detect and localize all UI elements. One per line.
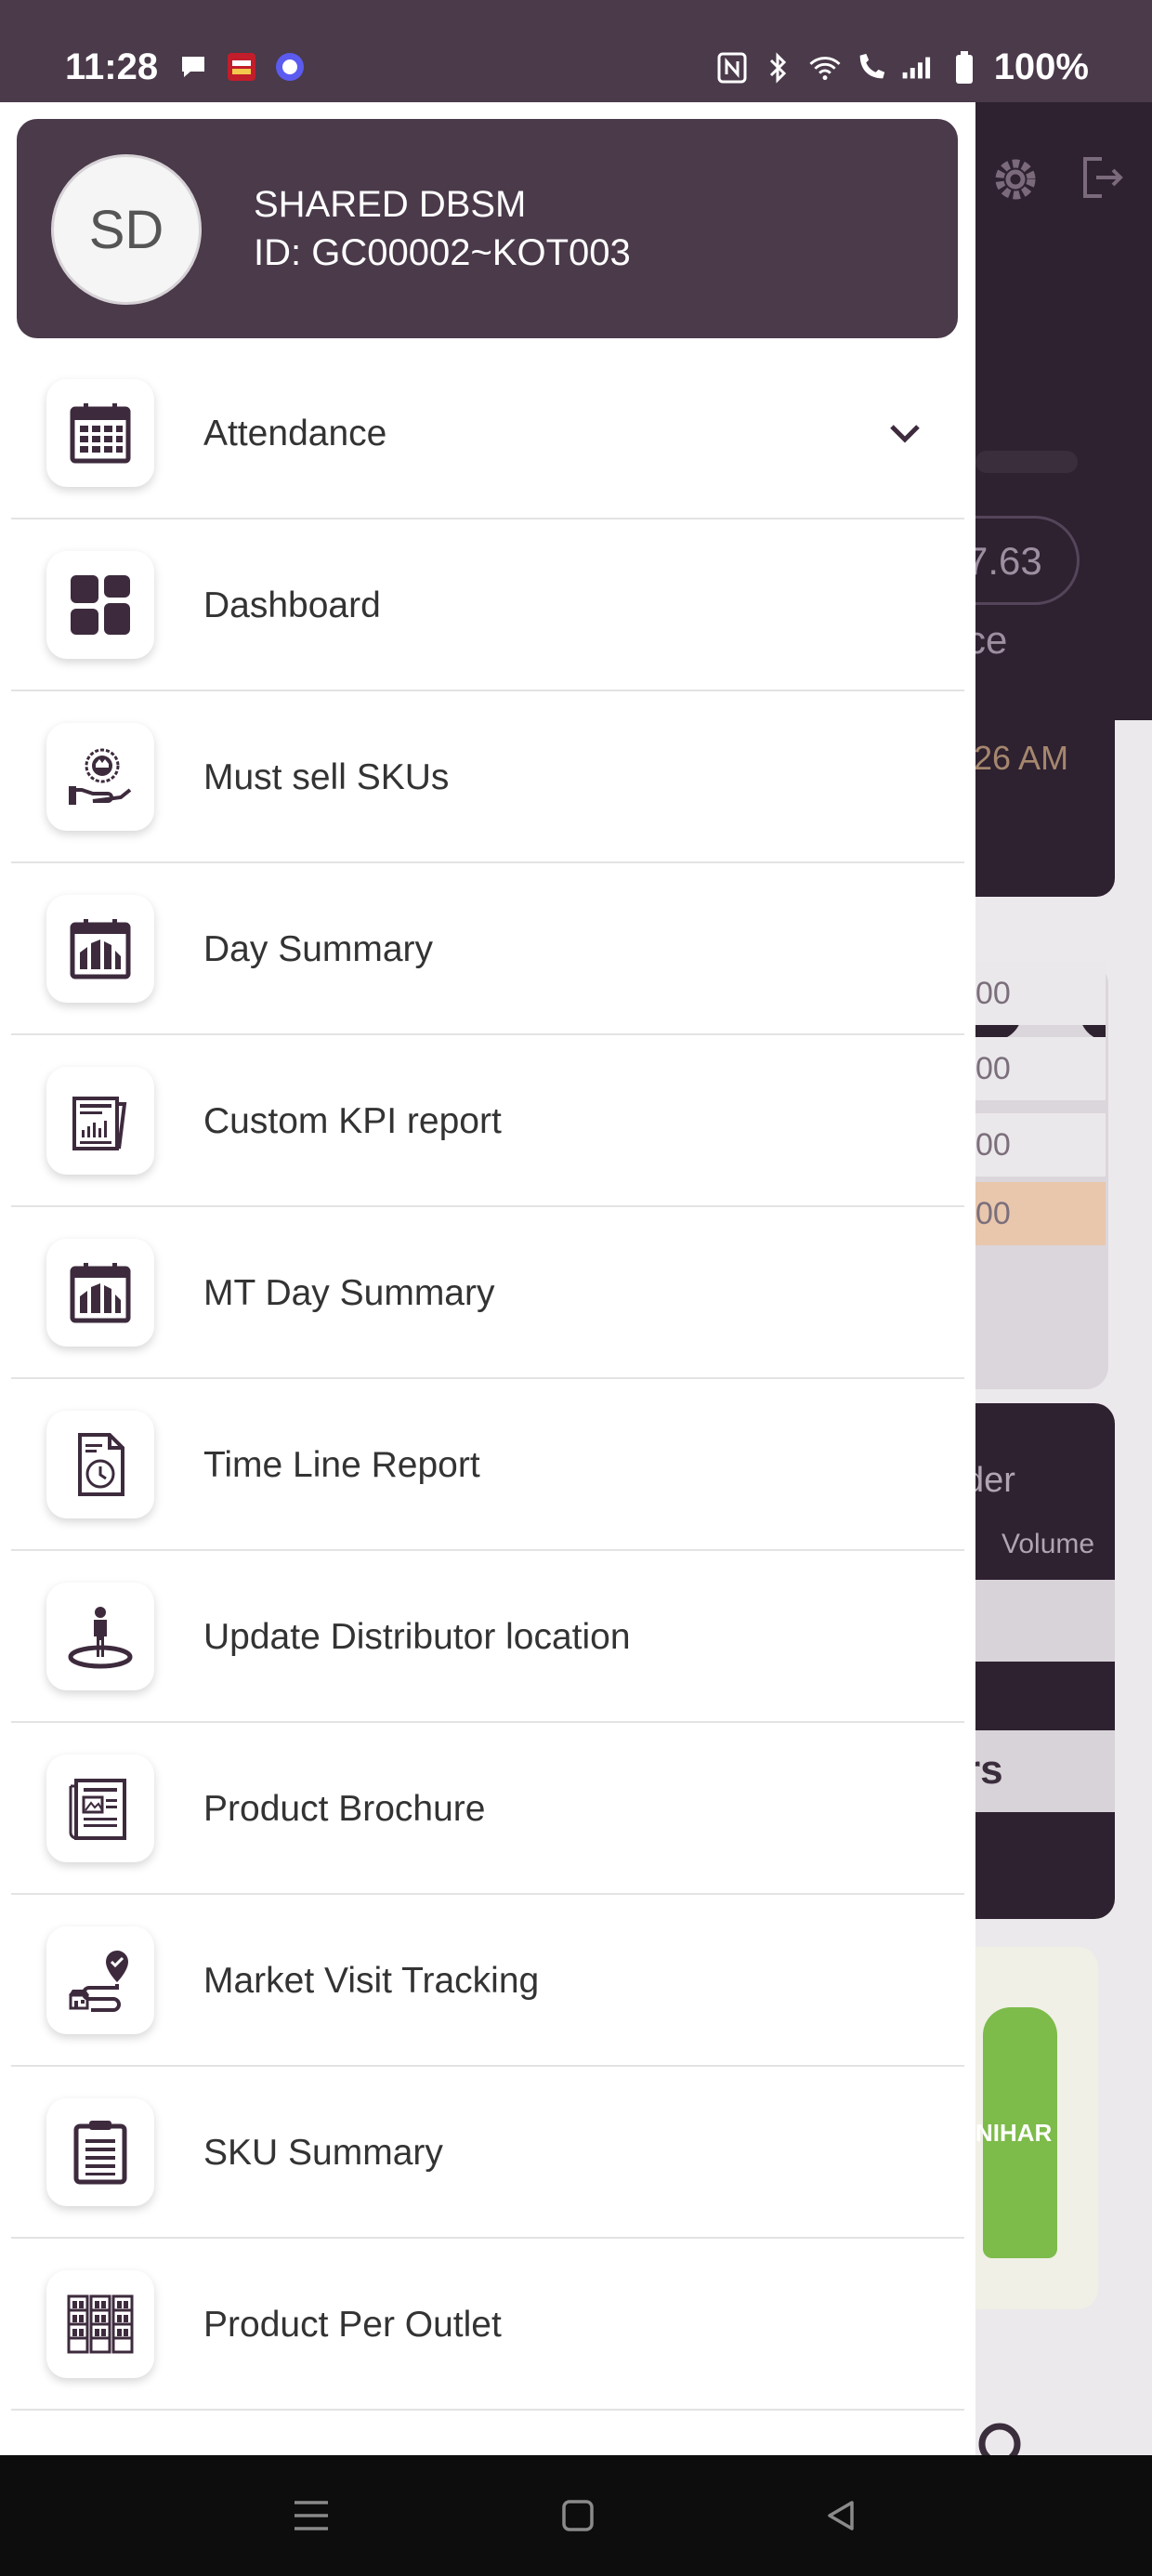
person-location-icon <box>46 1583 154 1690</box>
wifi-calling-icon <box>855 51 888 85</box>
menu-item-label: Dashboard <box>203 585 381 625</box>
background-time-text: 26 AM <box>974 739 1069 777</box>
avatar: SD <box>51 154 202 305</box>
chevron-down-icon[interactable] <box>886 414 923 456</box>
menu-item-label: Update Distributor location <box>203 1617 631 1657</box>
menu-item-time-line-report[interactable]: Time Line Report <box>11 1379 964 1551</box>
menu-item-label: Attendance <box>203 414 387 453</box>
background-volume-label: Volume <box>1001 1529 1095 1559</box>
profile-name: SHARED DBSM <box>254 184 527 225</box>
banner-brand-text: NIHAR <box>975 2119 1053 2147</box>
menu-item-label: SKU Summary <box>203 2133 443 2173</box>
menu-item-label: Custom KPI report <box>203 1101 502 1141</box>
clipboard-list-icon <box>46 2098 154 2206</box>
menu-item-custom-kpi-report[interactable]: Custom KPI report <box>11 1035 964 1207</box>
menu-item-dashboard[interactable]: Dashboard <box>11 519 964 691</box>
menu-item-day-summary[interactable]: Day Summary <box>11 863 964 1035</box>
recent-apps-icon[interactable] <box>288 2492 334 2539</box>
system-navigation-bar <box>0 2455 1152 2576</box>
profile-id: ID: GC00002~KOT003 <box>254 232 631 273</box>
calendar-chart-icon <box>46 1239 154 1347</box>
shelves-icon <box>46 2270 154 2378</box>
hand-badge-icon <box>46 723 154 831</box>
market-route-icon <box>46 1926 154 2034</box>
drawer-menu: Attendance Dashboard Must sell SKUs Day … <box>11 348 964 2411</box>
menu-item-update-distributor-location[interactable]: Update Distributor location <box>11 1551 964 1723</box>
menu-item-label: Time Line Report <box>203 1445 480 1485</box>
menu-item-label: MT Day Summary <box>203 1273 495 1313</box>
background-table-row: 00 <box>975 962 1106 1025</box>
bluetooth-icon <box>762 51 795 85</box>
menu-item-product-per-outlet[interactable]: Product Per Outlet <box>11 2239 964 2411</box>
logout-icon[interactable] <box>1078 153 1126 206</box>
background-table-row: 00 <box>975 1113 1106 1176</box>
menu-item-label: Market Visit Tracking <box>203 1961 540 2001</box>
menu-item-market-visit-tracking[interactable]: Market Visit Tracking <box>11 1895 964 2067</box>
messenger-notification-icon <box>273 50 307 84</box>
menu-item-mt-day-summary[interactable]: MT Day Summary <box>11 1207 964 1379</box>
dashboard-grid-icon <box>46 551 154 659</box>
status-bar: 11:28 100% <box>0 0 1152 102</box>
back-icon[interactable] <box>818 2492 864 2539</box>
navigation-drawer: SD SHARED DBSM ID: GC00002~KOT003 Attend… <box>0 102 975 2455</box>
background-progress-bar <box>975 451 1078 473</box>
profile-header: SD SHARED DBSM ID: GC00002~KOT003 <box>17 119 958 338</box>
app-notification-icon <box>225 50 258 84</box>
calendar-chart-icon <box>46 895 154 1003</box>
document-clock-icon <box>46 1411 154 1518</box>
status-time: 11:28 <box>65 46 159 87</box>
menu-item-label: Product Per Outlet <box>203 2305 502 2345</box>
brochure-icon <box>46 1755 154 1862</box>
report-chart-icon <box>46 1067 154 1175</box>
settings-gear-icon[interactable] <box>989 153 1041 210</box>
background-strip <box>975 1580 1115 1662</box>
chat-notification-icon <box>177 50 210 84</box>
signal-icon <box>901 51 935 85</box>
menu-item-label: Day Summary <box>203 929 434 969</box>
background-table-row: 00 <box>975 1037 1106 1100</box>
menu-item-label: Must sell SKUs <box>203 757 450 797</box>
menu-item-must-sell-skus[interactable]: Must sell SKUs <box>11 691 964 863</box>
home-icon[interactable] <box>555 2492 601 2539</box>
menu-item-label: Product Brochure <box>203 1789 486 1829</box>
calendar-icon <box>46 379 154 487</box>
wifi-icon <box>808 51 842 85</box>
background-table-row-highlight: 00 <box>975 1182 1106 1245</box>
battery-icon <box>948 50 981 85</box>
menu-item-attendance[interactable]: Attendance <box>11 348 964 519</box>
background-pill-value: 7.63 <box>966 539 1042 583</box>
battery-percent: 100% <box>993 46 1089 87</box>
nfc-icon <box>715 51 749 85</box>
menu-item-product-brochure[interactable]: Product Brochure <box>11 1723 964 1895</box>
menu-item-sku-summary[interactable]: SKU Summary <box>11 2067 964 2239</box>
